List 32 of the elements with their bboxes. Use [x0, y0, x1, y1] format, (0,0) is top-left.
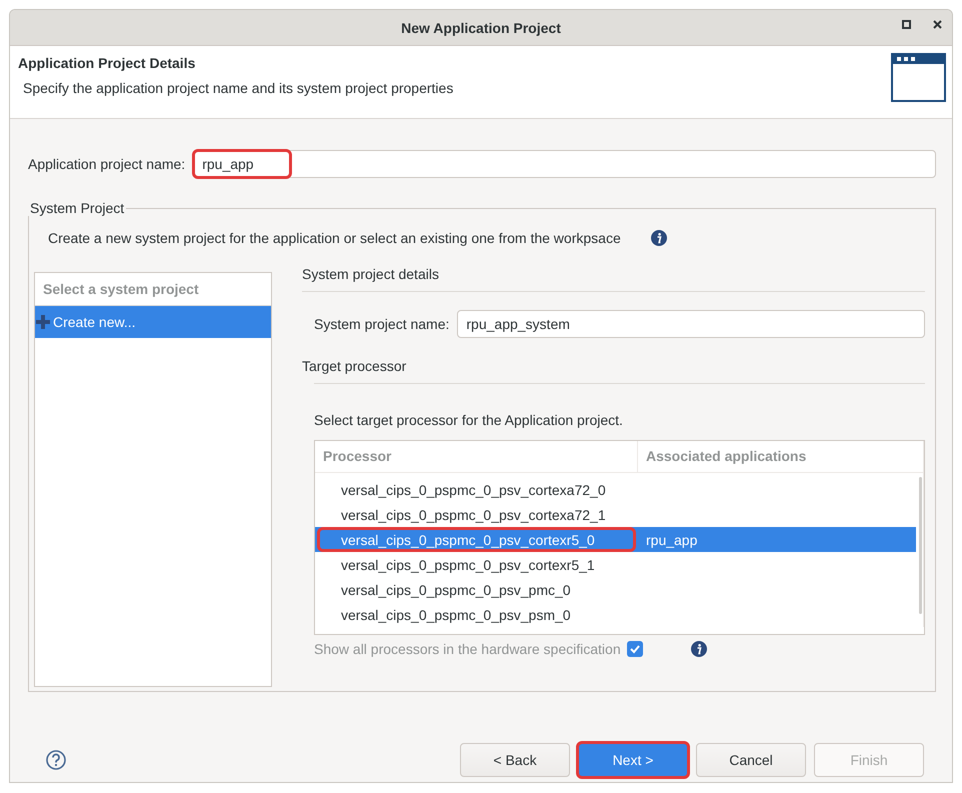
field-label: Application project name: — [28, 156, 186, 172]
dialog-button[interactable]: < Back — [460, 743, 570, 777]
info-icon[interactable] — [650, 230, 667, 246]
table-row[interactable]: versal_cips_0_pspmc_0_psv_cortexa72_1 — [315, 502, 916, 527]
show-all-checkbox[interactable] — [626, 641, 643, 657]
check-icon — [628, 643, 641, 655]
maximize-icon[interactable] — [902, 20, 911, 29]
plus-icon — [35, 314, 51, 330]
close-icon[interactable] — [933, 20, 942, 29]
dialog-button[interactable]: Cancel — [696, 743, 806, 777]
project-name-field[interactable]: rpu_app — [193, 150, 936, 178]
checkbox-label: Show all processors in the hardware specification — [314, 641, 621, 657]
table-row[interactable]: versal_cips_0_pspmc_0_psv_pmc_0 — [315, 577, 916, 602]
group-description: Create a new system project for the application or select an existing one from the workpsace — [48, 230, 621, 246]
help-icon[interactable] — [46, 750, 66, 770]
list-item[interactable]: Create new... — [35, 306, 271, 338]
target-description: Select target processor for the Application project. — [314, 383, 925, 428]
section-heading: System project details — [302, 266, 925, 292]
window-title: New Application Project — [401, 20, 561, 36]
group-legend: System Project — [28, 200, 126, 216]
table-row[interactable]: versal_cips_0_pspmc_0_psv_cortexr5_0 rpu_app — [315, 527, 916, 552]
system-project-name-field[interactable]: rpu_app_system — [457, 310, 925, 338]
field-label: System project name: — [314, 316, 450, 332]
page-title: Application Project Details — [18, 55, 196, 71]
section-heading: Target processor — [302, 358, 408, 376]
info-icon[interactable] — [690, 641, 707, 657]
dialog-button[interactable]: Next > — [578, 743, 688, 777]
window-icon — [891, 53, 946, 102]
table-row[interactable]: versal_cips_0_pspmc_0_psv_cortexa72_0 — [315, 477, 916, 502]
table-row[interactable]: versal_cips_0_pspmc_0_psv_cortexr5_1 — [315, 552, 916, 577]
table-row[interactable]: versal_cips_0_pspmc_0_psv_psm_0 — [315, 602, 916, 627]
page-subtitle: Specify the application project name and its system project properties — [23, 80, 454, 96]
